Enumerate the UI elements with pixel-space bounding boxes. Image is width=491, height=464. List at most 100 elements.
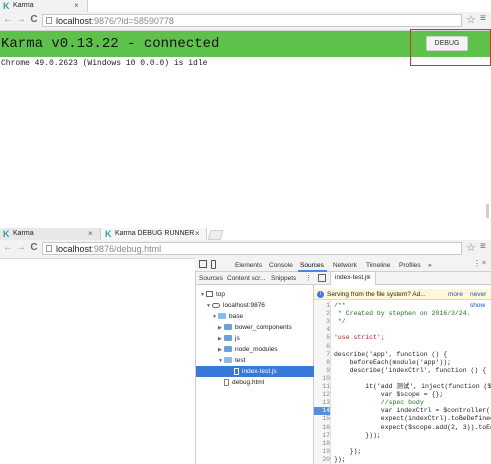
page-icon [46, 245, 52, 252]
reload-icon[interactable]: C [28, 14, 40, 26]
bookmark-star-icon[interactable]: ☆ [466, 13, 476, 26]
address-bar-2[interactable]: localhost:9876/debug.html [42, 242, 462, 255]
toggle-navigator-icon[interactable] [318, 274, 326, 282]
code-line: //spec body [334, 399, 424, 407]
reload-icon[interactable]: C [28, 242, 40, 254]
forward-arrow-icon[interactable]: → [15, 242, 27, 254]
line-number[interactable]: 15 [314, 415, 330, 423]
tree-item-folder[interactable]: ▶ bower_components [196, 322, 314, 333]
back-arrow-icon[interactable]: ← [2, 242, 14, 254]
infobar-message: Serving from the file system? Ad... [327, 291, 426, 298]
devtools-menu-icon[interactable]: ⋮ [473, 259, 481, 268]
line-number[interactable]: 18 [314, 440, 330, 448]
code-line: expect($scope.add(2, 3)).toEqu [334, 423, 491, 431]
line-number[interactable]: 9 [314, 367, 330, 375]
tab-sources[interactable]: Sources [300, 262, 324, 269]
code-line: var $scope = {}; [334, 391, 444, 399]
back-arrow-icon[interactable]: ← [2, 14, 14, 26]
code-line: */ [334, 318, 346, 326]
tab-network[interactable]: Network [333, 262, 357, 269]
code-line: })); [334, 431, 381, 439]
code-line: describe('app', function () { [334, 350, 448, 358]
file-icon [224, 378, 229, 386]
address-bar[interactable]: localhost:9876/?id=58590778 [42, 14, 462, 27]
infobar-more-link[interactable]: more [448, 289, 463, 300]
chrome-menu-icon[interactable]: ≡ [480, 13, 486, 24]
folder-icon [224, 346, 232, 353]
tree-item-top[interactable]: ▼ top [196, 289, 314, 300]
editor-tab-close-icon[interactable]: × [367, 272, 371, 284]
tab-overflow-icon[interactable]: » [428, 262, 432, 269]
page-icon [46, 17, 52, 24]
navigator-tab-snippets[interactable]: Snippets [271, 275, 296, 282]
line-number[interactable]: 10 [314, 375, 330, 383]
tab-close-icon[interactable]: × [195, 229, 200, 238]
line-number[interactable]: 2 [314, 310, 330, 318]
tree-item-folder[interactable]: ▼ test [196, 355, 314, 366]
code-line: * Created by stephen on 2016/3/24. [334, 310, 471, 318]
banner-title: Karma v0.13.22 - connected [1, 36, 220, 52]
karma-favicon-icon: K [105, 229, 112, 239]
folder-open-icon [218, 313, 226, 320]
close-devtools-icon[interactable]: × [482, 260, 486, 267]
navigator-menu-icon[interactable]: ⋮ [305, 274, 312, 282]
line-number[interactable]: 1 [314, 302, 330, 310]
navigator-tab-content-scripts[interactable]: Content scr... [227, 275, 265, 282]
tree-item-folder[interactable]: ▶ node_modules [196, 344, 314, 355]
tree-item-host[interactable]: ▼ localhost:9876 [196, 300, 314, 311]
browser-tab-karma[interactable]: K Karma × [0, 228, 101, 240]
tree-item-file-selected[interactable]: index-test.js [196, 366, 314, 377]
karma-favicon-icon: K [3, 229, 10, 239]
line-number[interactable]: 11 [314, 383, 330, 391]
line-number[interactable]: 19 [314, 448, 330, 456]
bookmark-star-icon[interactable]: ☆ [466, 241, 476, 254]
annotation-highlight-box [410, 29, 491, 66]
browser-tab-debug-runner[interactable]: K Karma DEBUG RUNNER × [101, 228, 207, 240]
breakpoint-line-number[interactable]: 14 [314, 407, 330, 416]
editor-tab-label: index-test.js [335, 274, 370, 281]
tab-profiles[interactable]: Profiles [399, 262, 421, 269]
tree-item-folder[interactable]: ▶ js [196, 333, 314, 344]
browser-status-text: Chrome 49.0.2623 (Windows 10 0.0.0) is i… [1, 59, 208, 68]
tab-console[interactable]: Console [269, 262, 293, 269]
tree-item-folder[interactable]: ▼ base [196, 311, 314, 322]
navigator-tab-sources[interactable]: Sources [199, 275, 223, 282]
device-mode-icon[interactable] [211, 260, 216, 269]
tab-timeline[interactable]: Timeline [366, 262, 390, 269]
karma-favicon-icon: K [3, 1, 10, 11]
tree-item-file[interactable]: debug.html [196, 377, 314, 388]
tab-close-icon[interactable]: × [74, 1, 79, 10]
new-tab-button[interactable] [207, 230, 224, 240]
scrollbar-thumb[interactable] [486, 204, 489, 218]
tab-close-icon[interactable]: × [88, 229, 93, 238]
code-line: }); [334, 447, 362, 455]
folder-icon [224, 335, 232, 342]
file-system-infobar: i Serving from the file system? Ad... mo… [314, 289, 491, 309]
line-number[interactable]: 13 [314, 399, 330, 407]
line-number[interactable]: 16 [314, 424, 330, 432]
inspect-element-icon[interactable] [199, 260, 207, 268]
line-number[interactable]: 6 [314, 343, 330, 351]
tab-title: Karma [13, 2, 34, 9]
folder-open-icon [224, 357, 232, 364]
editor-tab-index-test[interactable]: index-test.js × [330, 272, 376, 285]
code-line: describe('indexCtrl', function () { [334, 366, 487, 374]
line-number[interactable]: 3 [314, 318, 330, 326]
tab-elements[interactable]: Elements [235, 262, 262, 269]
infobar-never-show-link[interactable]: never show [470, 289, 491, 311]
tab-title: Karma [13, 230, 34, 237]
line-number[interactable]: 7 [314, 351, 330, 359]
line-number[interactable]: 20 [314, 456, 330, 464]
line-number[interactable]: 8 [314, 359, 330, 367]
tab-title: Karma DEBUG RUNNER [115, 230, 195, 237]
info-icon: i [317, 291, 324, 298]
line-number[interactable]: 4 [314, 326, 330, 334]
line-number[interactable]: 12 [314, 391, 330, 399]
browser-tab-karma[interactable]: K Karma × [0, 0, 88, 12]
code-line: var indexCtrl = $controller('i [334, 407, 491, 415]
chrome-menu-icon[interactable]: ≡ [480, 241, 486, 252]
line-number[interactable]: 5 [314, 334, 330, 342]
forward-arrow-icon[interactable]: → [15, 14, 27, 26]
line-number[interactable]: 17 [314, 432, 330, 440]
code-line: beforeEach(module('app')); [334, 358, 452, 366]
